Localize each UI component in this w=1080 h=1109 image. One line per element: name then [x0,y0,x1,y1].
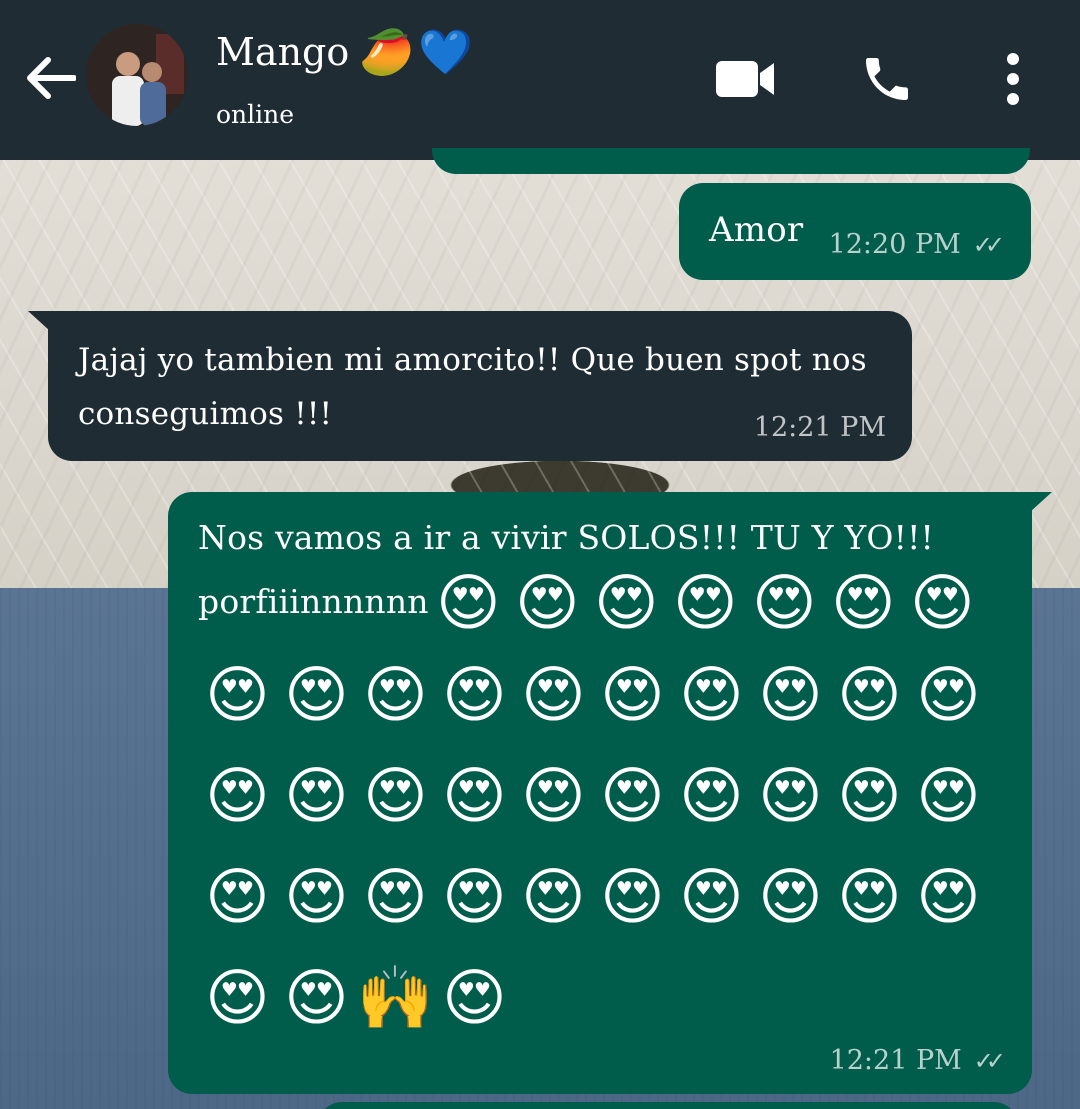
message-body: Nos vamos a ir a vivir SOLOS!!! TU Y YO!… [198,508,1018,1048]
message-meta: 12:21 PM [754,412,886,443]
next-message-bubble[interactable] [318,1102,1018,1109]
heart-eyes-emoji-icon: 😍 [600,658,665,731]
message-meta: 12:20 PM ✓✓ [828,229,1006,260]
video-call-button[interactable] [710,44,780,114]
outgoing-message[interactable]: Amor 12:20 PM ✓✓ [679,183,1031,280]
message-line-2: conseguimos !!! [78,396,333,432]
heart-eyes-emoji-icon: 😍 [830,565,896,639]
chat-header: Mango 🥭 💙 online [0,0,1080,160]
message-meta: 12:21 PM ✓✓ [829,1045,1007,1076]
message-text: Jajaj yo tambien mi amorcito!! Que buen … [78,333,867,441]
heart-eyes-emoji-icon: 😍 [758,860,823,933]
heart-eyes-emoji-icon: 😍 [521,658,586,731]
heart-eyes-emoji-icon: 😍 [284,961,349,1034]
name-emojis: 🥭 💙 [359,26,473,78]
emoji-grid: porfiiinnnnnn 😍 😍 😍 😍 😍 😍 😍 😍 😍 😍 😍 😍 😍 😍 😍 😍 😍 😍 😍 😍 😍 😍 😍 😍… [198,560,1018,1048]
heart-eyes-emoji-icon: 😍 [758,759,823,832]
emoji-row-5: 😍 😍 🙌 😍 [198,947,1018,1048]
contact-name-text: Mango [216,30,350,74]
previous-message-bubble[interactable] [432,148,1030,174]
heart-eyes-emoji-icon: 😍 [593,565,659,639]
incoming-message[interactable]: Jajaj yo tambien mi amorcito!! Que buen … [28,311,912,461]
heart-eyes-emoji-icon: 😍 [284,860,349,933]
outgoing-message[interactable]: Nos vamos a ir a vivir SOLOS!!! TU Y YO!… [168,492,1052,1094]
heart-eyes-emoji-icon: 😍 [284,759,349,832]
heart-eyes-emoji-icon: 😍 [916,658,981,731]
emoji-row-2: 😍 😍 😍 😍 😍 😍 😍 😍 😍 😍 [198,644,1018,745]
message-time: 12:20 PM [828,229,961,260]
heart-eyes-emoji-icon: 😍 [442,658,507,731]
heart-eyes-emoji-icon: 😍 [837,860,902,933]
heart-eyes-emoji-icon: 😍 [514,565,580,639]
message-line-2-prefix: porfiiinnnnnn [198,582,429,621]
heart-eyes-emoji-icon: 😍 [679,759,744,832]
heart-eyes-emoji-icon: 😍 [442,759,507,832]
message-time: 12:21 PM [753,412,886,443]
heart-eyes-emoji-icon: 😍 [363,658,428,731]
heart-eyes-emoji-icon: 😍 [751,565,817,639]
heart-eyes-emoji-icon: 😍 [442,961,507,1034]
more-options-button[interactable] [978,44,1048,114]
contact-status: online [216,100,295,129]
bubble-tail [1030,492,1052,512]
heart-eyes-emoji-icon: 😍 [521,860,586,933]
back-button[interactable] [18,48,82,108]
double-check-icon: ✓✓ [972,230,1005,259]
heart-eyes-emoji-icon: 😍 [916,860,981,933]
message-line-1: Jajaj yo tambien mi amorcito!! Que buen … [78,342,867,378]
more-options-icon [1007,53,1019,105]
raised-hands-emoji-icon: 🙌 [356,961,435,1034]
heart-eyes-emoji-icon: 😍 [679,860,744,933]
heart-eyes-emoji-icon: 😍 [837,658,902,731]
heart-eyes-emoji-icon: 😍 [363,860,428,933]
heart-eyes-emoji-icon: 😍 [363,759,428,832]
heart-eyes-emoji-icon: 😍 [679,658,744,731]
heart-eyes-emoji-icon: 😍 [205,759,270,832]
heart-eyes-emoji-icon: 😍 [909,565,975,639]
heart-eyes-emoji-icon: 😍 [600,860,665,933]
heart-eyes-emoji-icon: 😍 [205,658,270,731]
heart-eyes-emoji-icon: 😍 [284,658,349,731]
voice-call-icon [866,58,908,100]
voice-call-button[interactable] [852,44,922,114]
heart-eyes-emoji-icon: 😍 [521,759,586,832]
heart-eyes-emoji-icon: 😍 [600,759,665,832]
double-check-icon: ✓✓ [973,1046,1006,1075]
heart-eyes-emoji-icon: 😍 [916,759,981,832]
emoji-row-4: 😍 😍 😍 😍 😍 😍 😍 😍 😍 😍 [198,846,1018,947]
message-text: Amor [709,210,804,250]
emoji-row-1-emojis: 😍 😍 😍 😍 😍 😍 😍 [429,552,982,653]
heart-emoji-icon: 💙 [418,27,473,78]
mango-emoji-icon: 🥭 [359,27,415,78]
heart-eyes-emoji-icon: 😍 [442,860,507,933]
heart-eyes-emoji-icon: 😍 [758,658,823,731]
contact-name[interactable]: Mango 🥭 💙 [216,26,473,78]
video-call-icon [716,61,774,97]
back-arrow-icon [27,57,76,99]
emoji-row-1: porfiiinnnnnn 😍 😍 😍 😍 😍 😍 😍 [198,560,1018,644]
contact-avatar[interactable] [86,24,188,126]
message-time: 12:21 PM [829,1045,962,1076]
heart-eyes-emoji-icon: 😍 [435,565,501,639]
heart-eyes-emoji-icon: 😍 [205,860,270,933]
heart-eyes-emoji-icon: 😍 [837,759,902,832]
bubble-tail [28,311,50,331]
emoji-row-3: 😍 😍 😍 😍 😍 😍 😍 😍 😍 😍 [198,745,1018,846]
heart-eyes-emoji-icon: 😍 [205,961,270,1034]
heart-eyes-emoji-icon: 😍 [672,565,738,639]
